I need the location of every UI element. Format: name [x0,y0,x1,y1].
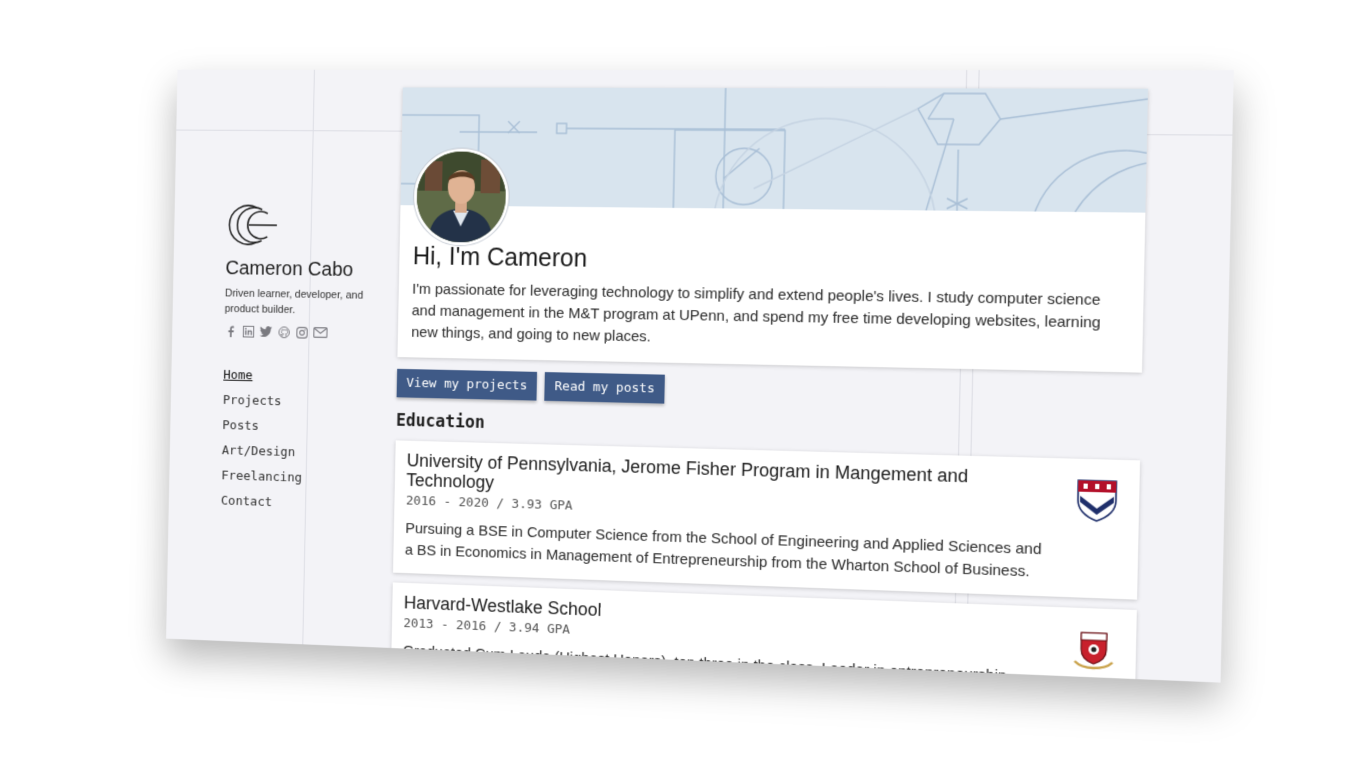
hero-banner [400,87,1149,213]
education-card: Harvard-Westlake School 2013 - 2016 / 3.… [390,582,1137,683]
social-links [224,324,385,340]
intro-card: Hi, I'm Cameron I'm passionate for lever… [397,87,1149,373]
penn-shield-icon [1073,477,1120,524]
school-description: Pursuing a BSE in Computer Science from … [404,520,1042,581]
instagram-icon[interactable] [295,326,308,339]
nav-item-home[interactable]: Home [223,368,384,386]
education-card: University of Pennsylvania, Jerome Fishe… [393,440,1141,600]
main-nav: Home Projects Posts Art/Design Freelanci… [221,368,384,513]
tagline: Driven learner, developer, and product b… [224,287,364,317]
intro-paragraph: I'm passionate for leveraging technology… [411,280,1101,346]
site-owner-name: Cameron Cabo [225,257,354,281]
facebook-icon[interactable] [224,324,236,337]
mail-icon[interactable] [313,326,327,339]
nav-item-art-design[interactable]: Art/Design [222,443,382,462]
page-stage: Cameron Cabo Driven learner, developer, … [0,0,1366,768]
intro-heading: Hi, I'm Cameron [412,242,588,273]
nav-item-freelancing[interactable]: Freelancing [221,469,381,488]
nav-item-contact[interactable]: Contact [221,494,381,514]
browser-screen: Cameron Cabo Driven learner, developer, … [166,69,1234,683]
read-posts-button[interactable]: Read my posts [544,372,665,404]
cc-logo-icon[interactable] [226,201,279,248]
intro-body: Hi, I'm Cameron I'm passionate for lever… [397,205,1145,373]
linkedin-icon[interactable] [242,325,254,338]
cta-buttons: View my projects Read my posts [396,368,1142,415]
harvard-westlake-crest-icon [1070,626,1117,673]
github-icon[interactable] [277,325,289,338]
view-projects-button[interactable]: View my projects [396,368,538,401]
nav-item-projects[interactable]: Projects [223,393,384,411]
nav-item-posts[interactable]: Posts [222,418,382,437]
sidebar: Cameron Cabo Driven learner, developer, … [221,201,387,513]
blueprint-pattern-icon [401,87,1149,212]
main-content: Hi, I'm Cameron I'm passionate for lever… [390,87,1149,683]
twitter-icon[interactable] [259,325,273,338]
